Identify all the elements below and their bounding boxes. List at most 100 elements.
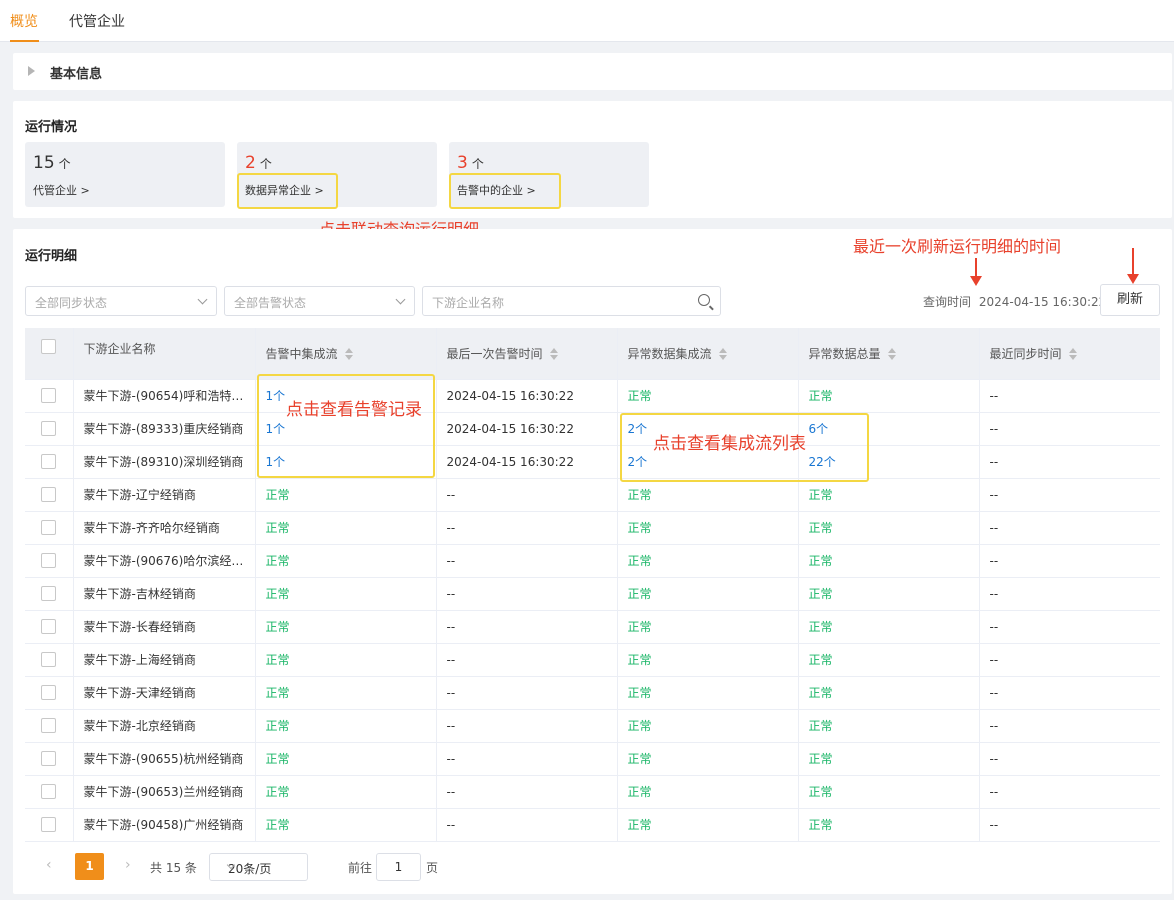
- stat-card-alarming[interactable]: 3个 告警中的企业 >: [449, 142, 649, 207]
- row-checkbox[interactable]: [41, 388, 57, 403]
- cell-alarm-flows: 正常: [255, 643, 437, 677]
- row-checkbox-cell: [25, 742, 74, 776]
- cell-alarm-flows: 正常: [255, 808, 437, 842]
- cell-abnormal-flows: 正常: [617, 610, 799, 644]
- row-checkbox[interactable]: [41, 784, 57, 799]
- refresh-button[interactable]: 刷新: [1100, 284, 1160, 316]
- col-abnormal-flows[interactable]: 异常数据集成流: [617, 328, 799, 380]
- sort-icon[interactable]: [549, 348, 559, 361]
- cell-last-sync: --: [979, 643, 1160, 677]
- running-detail-title: 运行明细: [25, 249, 78, 264]
- table-row: 蒙牛下游-(90655)杭州经销商 正常 -- 正常 正常 --: [25, 742, 1160, 776]
- stat-card-data-abnormal[interactable]: 2个 数据异常企业 >: [237, 142, 437, 207]
- sync-status-select[interactable]: 全部同步状态: [25, 286, 217, 316]
- table-row: 蒙牛下游-(90676)哈尔滨经销商 正常 -- 正常 正常 --: [25, 544, 1160, 578]
- arrow-to-refresh: [1127, 248, 1139, 284]
- cell-alarm-flows: 正常: [255, 511, 437, 545]
- row-checkbox-cell: [25, 544, 74, 578]
- sort-icon[interactable]: [344, 348, 354, 361]
- stat-managed-count: 15 个: [33, 153, 71, 173]
- row-checkbox[interactable]: [41, 751, 57, 766]
- row-checkbox-cell: [25, 709, 74, 743]
- annotation-last-refresh: 最近一次刷新运行明细的时间: [853, 237, 1062, 256]
- cell-abnormal-total: 正常: [798, 643, 980, 677]
- row-checkbox-cell: [25, 676, 74, 710]
- table-row: 蒙牛下游-(89310)深圳经销商 1个 2024-04-15 16:30:22 2个…: [25, 445, 1160, 479]
- cell-alarm-flows[interactable]: 1个: [255, 445, 437, 479]
- row-checkbox[interactable]: [41, 652, 57, 667]
- cell-company-name: 蒙牛下游-天津经销商: [73, 676, 256, 710]
- col-abnormal-total[interactable]: 异常数据总量: [798, 328, 980, 380]
- table-row: 蒙牛下游-(89333)重庆经销商 1个 2024-04-15 16:30:22 2个…: [25, 412, 1160, 446]
- row-checkbox-cell: [25, 379, 74, 413]
- next-page-icon[interactable]: ›: [125, 857, 131, 873]
- tab-managed-companies[interactable]: 代管企业: [69, 0, 125, 42]
- current-page-button[interactable]: 1: [75, 853, 104, 880]
- cell-abnormal-total[interactable]: 22个: [798, 445, 980, 479]
- cell-last-alarm: 2024-04-15 16:30:22: [436, 379, 618, 413]
- tab-overview[interactable]: 概览: [10, 0, 39, 42]
- cell-abnormal-flows: 正常: [617, 577, 799, 611]
- prev-page-icon[interactable]: ‹: [46, 857, 52, 873]
- search-icon[interactable]: [698, 294, 710, 306]
- row-checkbox[interactable]: [41, 817, 57, 832]
- cell-last-sync: --: [979, 379, 1160, 413]
- col-last-alarm[interactable]: 最后一次告警时间: [436, 328, 618, 380]
- row-checkbox-cell: [25, 775, 74, 809]
- sort-icon[interactable]: [1068, 348, 1078, 361]
- cell-company-name: 蒙牛下游-(89310)深圳经销商: [73, 445, 256, 479]
- sort-icon[interactable]: [887, 348, 897, 361]
- query-time: 查询时间 2024-04-15 16:30:22: [923, 293, 1106, 310]
- cell-last-alarm: --: [436, 577, 618, 611]
- basic-info-panel[interactable]: 基本信息: [13, 53, 1172, 90]
- stat-abnormal-link[interactable]: 数据异常企业 >: [245, 182, 324, 198]
- page-size-select[interactable]: 20条/页: [209, 853, 308, 881]
- company-search-input[interactable]: 下游企业名称: [422, 286, 721, 316]
- cell-last-alarm: --: [436, 709, 618, 743]
- total-count: 共 15 条: [150, 861, 197, 875]
- cell-abnormal-total: 正常: [798, 577, 980, 611]
- cell-alarm-flows: 正常: [255, 610, 437, 644]
- row-checkbox[interactable]: [41, 586, 57, 601]
- select-all-cell: [25, 328, 74, 380]
- stat-card-managed[interactable]: 15 个 代管企业 >: [25, 142, 225, 207]
- expand-triangle-icon[interactable]: [28, 66, 35, 76]
- table-row: 蒙牛下游-北京经销商 正常 -- 正常 正常 --: [25, 709, 1160, 743]
- stat-abnormal-count: 2个: [245, 153, 272, 173]
- table-row: 蒙牛下游-齐齐哈尔经销商 正常 -- 正常 正常 --: [25, 511, 1160, 545]
- row-checkbox[interactable]: [41, 487, 57, 502]
- cell-last-alarm: --: [436, 676, 618, 710]
- cell-abnormal-flows: 正常: [617, 379, 799, 413]
- cell-last-sync: --: [979, 610, 1160, 644]
- alarm-status-select[interactable]: 全部告警状态: [224, 286, 415, 316]
- stat-alarming-count: 3个: [457, 153, 484, 173]
- stat-managed-link[interactable]: 代管企业 >: [33, 182, 90, 198]
- row-checkbox[interactable]: [41, 520, 57, 535]
- select-all-checkbox[interactable]: [41, 339, 57, 354]
- cell-abnormal-flows: 正常: [617, 643, 799, 677]
- table-row: 蒙牛下游-(90653)兰州经销商 正常 -- 正常 正常 --: [25, 775, 1160, 809]
- cell-abnormal-flows: 正常: [617, 709, 799, 743]
- stat-alarming-link[interactable]: 告警中的企业 >: [457, 182, 536, 198]
- row-checkbox[interactable]: [41, 553, 57, 568]
- cell-alarm-flows: 正常: [255, 709, 437, 743]
- cell-company-name: 蒙牛下游-(90655)杭州经销商: [73, 742, 256, 776]
- row-checkbox[interactable]: [41, 619, 57, 634]
- row-checkbox-cell: [25, 445, 74, 479]
- cell-company-name: 蒙牛下游-上海经销商: [73, 643, 256, 677]
- cell-company-name: 蒙牛下游-(90654)呼和浩特经销商: [73, 379, 256, 413]
- sort-icon[interactable]: [718, 348, 728, 361]
- table-row: 蒙牛下游-(90458)广州经销商 正常 -- 正常 正常 --: [25, 808, 1160, 842]
- col-alarm-flows[interactable]: 告警中集成流: [255, 328, 437, 380]
- row-checkbox[interactable]: [41, 718, 57, 733]
- cell-abnormal-total: 正常: [798, 544, 980, 578]
- cell-last-sync: --: [979, 511, 1160, 545]
- cell-abnormal-total[interactable]: 6个: [798, 412, 980, 446]
- col-last-sync[interactable]: 最近同步时间: [979, 328, 1160, 380]
- cell-alarm-flows: 正常: [255, 775, 437, 809]
- row-checkbox[interactable]: [41, 685, 57, 700]
- row-checkbox[interactable]: [41, 454, 57, 469]
- goto-page-input[interactable]: 1: [376, 853, 421, 881]
- row-checkbox[interactable]: [41, 421, 57, 436]
- cell-abnormal-total: 正常: [798, 676, 980, 710]
